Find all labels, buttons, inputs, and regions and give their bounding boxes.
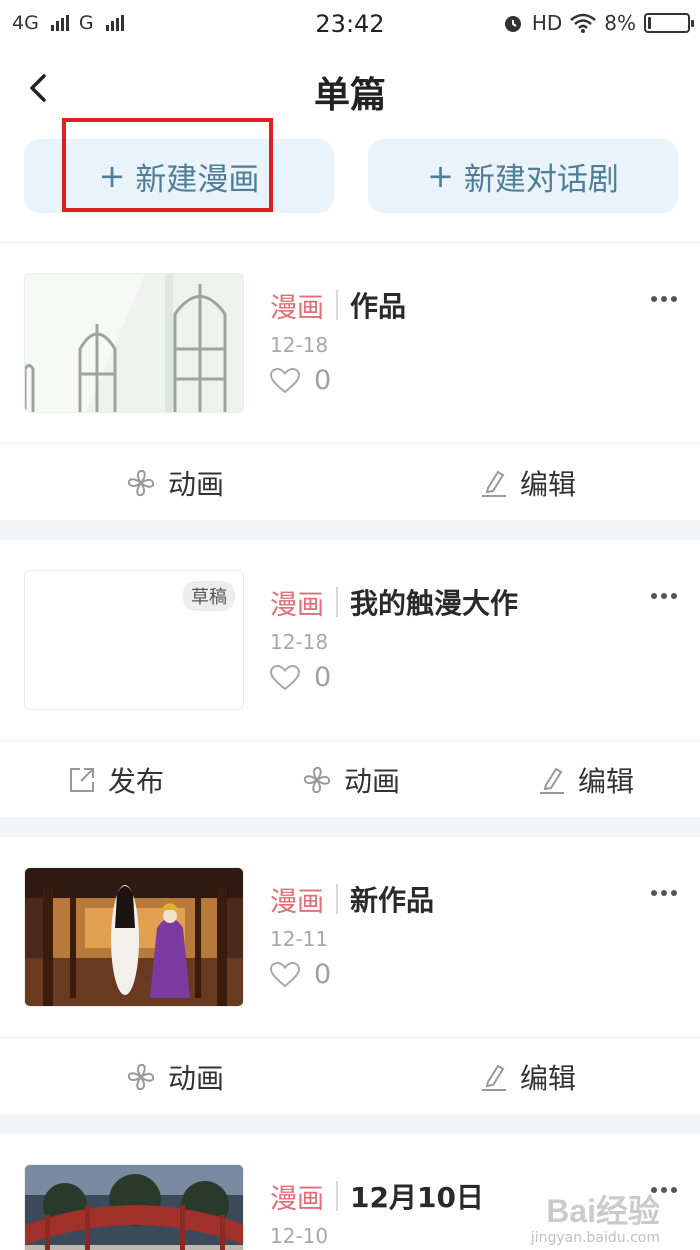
section-gap (0, 1114, 700, 1134)
work-thumbnail[interactable]: 草稿 (24, 570, 244, 710)
animate-button[interactable]: 动画 (302, 741, 400, 819)
status-bar: 4G G 23:42 HD 8% (0, 0, 700, 48)
window-scene-image (25, 274, 243, 412)
status-right: HD 8% (502, 11, 694, 35)
work-actions: 动画 编辑 (0, 1037, 700, 1115)
alarm-icon (504, 16, 521, 32)
section-gap (0, 520, 700, 540)
battery-icon (644, 13, 694, 33)
heart-icon (270, 664, 300, 690)
edit-label: 编辑 (578, 765, 635, 798)
edit-label: 编辑 (520, 468, 577, 501)
work-thumbnail[interactable] (24, 1164, 244, 1250)
work-title-row: 漫画 新作品 (270, 879, 434, 919)
work-type-tag: 漫画 (270, 292, 324, 324)
new-drama-button[interactable]: + 新建对话剧 (368, 139, 678, 213)
work-title: 12月10日 (350, 1181, 484, 1214)
edit-button[interactable]: 编辑 (538, 741, 634, 819)
edit-button[interactable]: 编辑 (480, 1038, 576, 1116)
edit-label: 编辑 (520, 1062, 577, 1095)
pencil-icon (540, 767, 564, 794)
animate-label: 动画 (344, 765, 401, 798)
animate-button[interactable]: 动画 (126, 444, 224, 522)
share-out-icon (70, 768, 94, 792)
work-date: 12-11 (270, 927, 329, 951)
work-type-tag: 漫画 (270, 886, 324, 918)
nav-bar: 单篇 (0, 52, 700, 124)
work-date: 12-10 (270, 1224, 329, 1248)
section-gap (0, 817, 700, 837)
work-title-row: 漫画 作品 (270, 285, 406, 325)
work-date: 12-18 (270, 630, 329, 654)
new-comic-label: 新建漫画 (135, 161, 260, 198)
pinwheel-icon (127, 469, 155, 497)
more-icon[interactable] (650, 295, 678, 303)
battery-level (648, 17, 651, 29)
publish-label: 发布 (108, 765, 165, 798)
divider (336, 587, 338, 617)
new-drama-label: 新建对话剧 (463, 161, 619, 198)
hd-label: HD (531, 11, 563, 35)
heart-icon (270, 367, 300, 393)
heart-icon (270, 961, 300, 987)
animate-label: 动画 (168, 468, 225, 501)
pinwheel-icon (303, 766, 331, 794)
battery-percent: 8% (604, 11, 636, 35)
watermark-url: jingyan.baidu.com (530, 1230, 660, 1246)
pinwheel-icon (127, 1063, 155, 1091)
palace-scene-image (25, 868, 243, 1006)
edit-button[interactable]: 编辑 (480, 444, 576, 522)
work-meta: 漫画 我的触漫大作 12-18 0 (270, 582, 518, 693)
animate-button[interactable]: 动画 (126, 1038, 224, 1116)
work-title-row: 漫画 12月10日 (270, 1176, 484, 1216)
plus-icon: + (427, 157, 454, 195)
plus-icon: + (98, 157, 126, 195)
work-actions: 动画 编辑 (0, 443, 700, 521)
work-card[interactable]: 草稿 漫画 我的触漫大作 12-18 0 发布 动画 编辑 (0, 540, 700, 818)
work-thumbnail[interactable] (24, 867, 244, 1007)
work-title: 作品 (350, 290, 407, 323)
like-count-value: 0 (314, 959, 332, 990)
work-meta: 漫画 作品 12-18 0 (270, 285, 406, 396)
wifi-icon (570, 13, 597, 33)
like-count[interactable]: 0 (270, 959, 434, 990)
divider (336, 884, 338, 914)
more-icon[interactable] (650, 889, 678, 897)
bridge-scene-image (25, 1165, 243, 1250)
work-card[interactable]: 漫画 新作品 12-11 0 动画 编辑 (0, 837, 700, 1115)
work-date: 12-18 (270, 333, 329, 357)
like-count-value: 0 (314, 662, 332, 693)
divider (336, 1181, 338, 1211)
work-meta: 漫画 新作品 12-11 0 (270, 879, 434, 990)
draft-badge: 草稿 (183, 581, 235, 611)
work-type-tag: 漫画 (270, 589, 324, 621)
more-icon[interactable] (650, 592, 678, 600)
work-meta: 漫画 12月10日 12-10 (270, 1176, 484, 1248)
divider (336, 290, 338, 320)
work-title: 我的触漫大作 (350, 587, 519, 620)
work-type-tag: 漫画 (270, 1183, 324, 1215)
work-actions: 发布 动画 编辑 (0, 740, 700, 818)
work-card[interactable]: 漫画 作品 12-18 0 动画 编辑 (0, 243, 700, 521)
like-count[interactable]: 0 (270, 365, 406, 396)
work-thumbnail[interactable] (24, 273, 244, 413)
publish-button[interactable]: 发布 (68, 741, 164, 819)
work-title: 新作品 (350, 884, 435, 917)
like-count-value: 0 (314, 365, 332, 396)
watermark-logo: Bai经验 (546, 1193, 660, 1229)
new-comic-button[interactable]: + 新建漫画 (24, 139, 334, 213)
page-title: 单篇 (313, 75, 386, 116)
like-count[interactable]: 0 (270, 662, 518, 693)
animate-label: 动画 (168, 1062, 225, 1095)
work-title-row: 漫画 我的触漫大作 (270, 582, 518, 622)
pencil-icon (482, 470, 506, 497)
pencil-icon (482, 1064, 506, 1091)
